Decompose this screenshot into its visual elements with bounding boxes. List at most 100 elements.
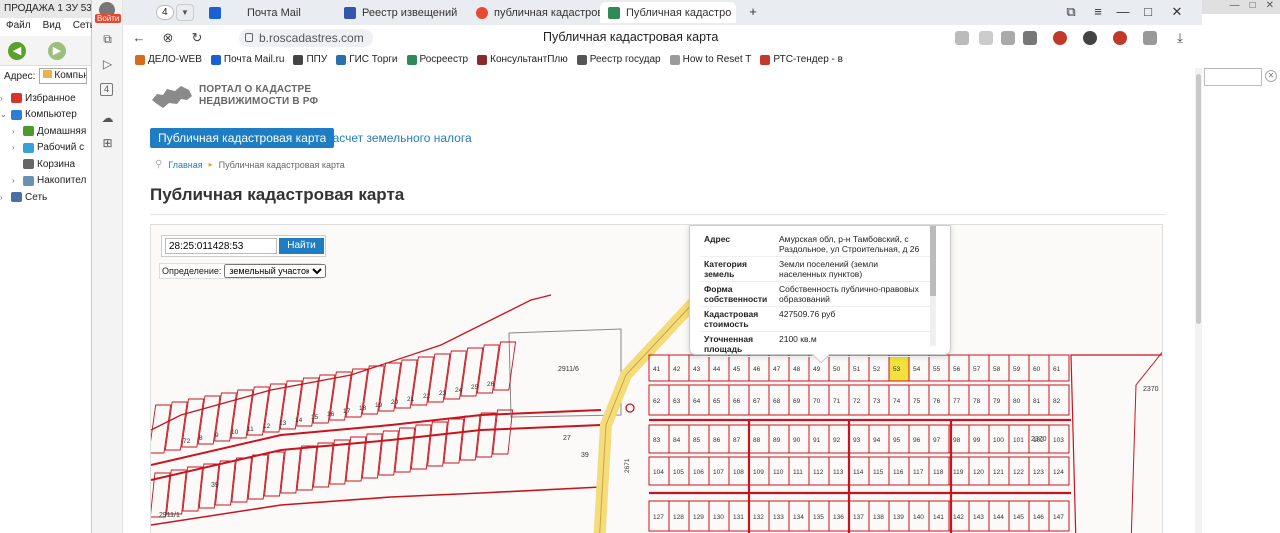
cadastral-number-input[interactable] xyxy=(165,238,277,254)
maximize-icon[interactable]: □ xyxy=(1140,4,1156,19)
cadastral-map[interactable]: 72 8 9 10 11 12 13 14 15 16 17 18 19 20 21 22 23 24 25 26 41… xyxy=(150,224,1163,533)
nav-land-tax[interactable]: Расчет земельного налога xyxy=(325,131,472,145)
extension-profile-icon[interactable] xyxy=(1113,31,1127,45)
plot-number: 145 xyxy=(1013,514,1024,521)
info-row: Форма собственности Собственность публичн… xyxy=(700,281,930,307)
nav-cadastral-map[interactable]: Публичная кадастровая карта xyxy=(150,128,335,148)
popup-scrollbar[interactable] xyxy=(930,226,936,346)
new-tab-icon[interactable]: + xyxy=(745,4,761,19)
tab-mail[interactable]: Почта Mail xyxy=(201,2,336,23)
breadcrumb: ⚲ Главная ▸ Публичная кадастровая карта xyxy=(155,159,345,170)
background-window-right: — □ ✕ ✕ xyxy=(1202,0,1280,533)
tree-item[interactable]: Корзина xyxy=(0,156,91,173)
apps-icon[interactable]: ⊞ xyxy=(100,136,115,151)
tree-item[interactable]: › Избранное xyxy=(0,90,91,107)
bookmark-item[interactable]: Росреестр xyxy=(406,54,468,65)
plot-number: 46 xyxy=(753,366,761,373)
bookmark-item[interactable]: Почта Mail.ru xyxy=(210,54,284,65)
screenshot-icon[interactable] xyxy=(1143,31,1157,45)
bookmark-item[interactable]: ППУ xyxy=(293,54,327,65)
plot-number: 135 xyxy=(813,514,824,521)
bookmark-item[interactable]: РТС-тендер - в xyxy=(760,54,843,65)
parcel-outline xyxy=(508,328,622,418)
plot-number: 136 xyxy=(833,514,844,521)
minimize-icon[interactable]: — xyxy=(1115,4,1131,19)
chevron-down-icon[interactable]: ▼ xyxy=(176,4,194,21)
tab-yandex-search[interactable]: публичная кадастровая xyxy=(468,2,600,23)
plot-number: 74 xyxy=(893,398,901,405)
minimize-icon[interactable]: — xyxy=(1230,0,1240,14)
breadcrumb-home[interactable]: Главная xyxy=(168,160,202,170)
plot-number: 131 xyxy=(733,514,744,521)
info-row: Кадастровая стоимость 427509.76 руб xyxy=(700,306,930,332)
tree-item[interactable]: › Сеть xyxy=(0,189,91,206)
bookmark-item[interactable]: Реестр государ xyxy=(576,54,661,65)
extension-hat-icon[interactable] xyxy=(1083,31,1097,45)
bookmark-item[interactable]: ГИС Торги xyxy=(336,54,398,65)
plot-number: 99 xyxy=(973,437,981,444)
plot-number: 129 xyxy=(693,514,704,521)
find-button[interactable]: Найти xyxy=(279,238,324,254)
computer-icon xyxy=(11,109,22,120)
bookmark-item[interactable]: КонсультантПлю xyxy=(477,54,568,65)
extension-user-icon[interactable] xyxy=(1053,31,1067,45)
browser-sidebar: Войти ⧉ ▷ 4 ☁ ⊞ xyxy=(92,0,123,533)
plot-number: 71 xyxy=(833,398,841,405)
reload-icon[interactable]: ↻ xyxy=(189,30,205,46)
plot-number: 91 xyxy=(813,437,821,444)
plot-number: 107 xyxy=(713,469,724,476)
address-field[interactable]: Компью xyxy=(39,68,87,84)
menu-file[interactable]: Файл xyxy=(6,20,31,34)
plot-number: 20 xyxy=(391,399,399,406)
tree-item[interactable]: ⌄ Компьютер xyxy=(0,107,91,124)
back-icon[interactable]: ◀ xyxy=(8,42,26,60)
plot-number: 79 xyxy=(993,398,1001,405)
url-field[interactable]: b.roscadastres.com xyxy=(239,29,373,47)
bookmark-item[interactable]: ДЕЛО-WEB xyxy=(135,54,202,65)
lock-icon xyxy=(245,33,253,42)
bookmark-item[interactable]: How to Reset T xyxy=(669,54,751,65)
cloud-icon[interactable]: ☁ xyxy=(100,111,115,126)
downloads-badge-icon[interactable] xyxy=(1001,31,1015,45)
tab-count-badge[interactable]: 4 xyxy=(100,83,113,96)
login-button[interactable]: Войти xyxy=(95,14,122,23)
site-logo[interactable]: ПОРТАЛ О КАДАСТРЕ НЕДВИЖИМОСТИ В РФ xyxy=(151,82,318,110)
page-scrollbar-thumb[interactable] xyxy=(1196,74,1201,324)
plot-number: 14 xyxy=(295,417,303,424)
search-field[interactable] xyxy=(1204,68,1262,86)
close-icon[interactable]: ✕ xyxy=(1169,4,1185,20)
forward-icon[interactable]: ▶ xyxy=(48,42,66,60)
menu-view[interactable]: Вид xyxy=(43,20,61,34)
plot-number: 64 xyxy=(693,398,701,405)
download-icon[interactable]: ⤓ xyxy=(1172,30,1188,46)
extensions-icon[interactable] xyxy=(955,31,969,45)
close-icon[interactable]: ✕ xyxy=(1266,0,1274,14)
maximize-icon[interactable]: □ xyxy=(1250,0,1256,14)
plot-number: 10 xyxy=(231,429,239,436)
collections-icon[interactable]: ⧉ xyxy=(100,32,115,47)
tree-item[interactable]: › Домашняя xyxy=(0,123,91,140)
plot-number: 97 xyxy=(933,437,941,444)
pin-window-icon[interactable]: ⧉ xyxy=(1063,4,1079,20)
plot-number: 109 xyxy=(753,469,764,476)
back-icon[interactable]: ← xyxy=(131,30,147,46)
menu-icon[interactable]: ≡ xyxy=(1090,4,1106,19)
clear-icon[interactable]: ✕ xyxy=(1265,70,1277,82)
tree-item[interactable]: › Рабочий с xyxy=(0,140,91,157)
plot-number: 127 xyxy=(653,514,664,521)
plot-number: 17 xyxy=(343,408,351,415)
play-icon[interactable]: ▷ xyxy=(100,57,115,72)
tab-cadastral-map[interactable]: Публичная кадастро ✕ xyxy=(600,2,736,23)
tree-item[interactable]: › Накопител xyxy=(0,173,91,190)
tab-counter[interactable]: 4 xyxy=(156,5,174,20)
popup-scrollbar-thumb[interactable] xyxy=(930,226,936,296)
plot-number: 143 xyxy=(973,514,984,521)
definition-select[interactable]: земельный участок xyxy=(224,264,327,278)
tab-registry[interactable]: Реестр извещений xyxy=(336,2,468,23)
window-controls: — □ ✕ xyxy=(1202,0,1280,14)
reader-icon[interactable] xyxy=(979,31,993,45)
history-icon[interactable]: ⊗ xyxy=(160,30,176,46)
breadcrumb-separator-icon: ▸ xyxy=(208,160,213,169)
page-scrollbar[interactable] xyxy=(1195,68,1202,533)
bookmark-icon[interactable] xyxy=(1023,31,1037,45)
